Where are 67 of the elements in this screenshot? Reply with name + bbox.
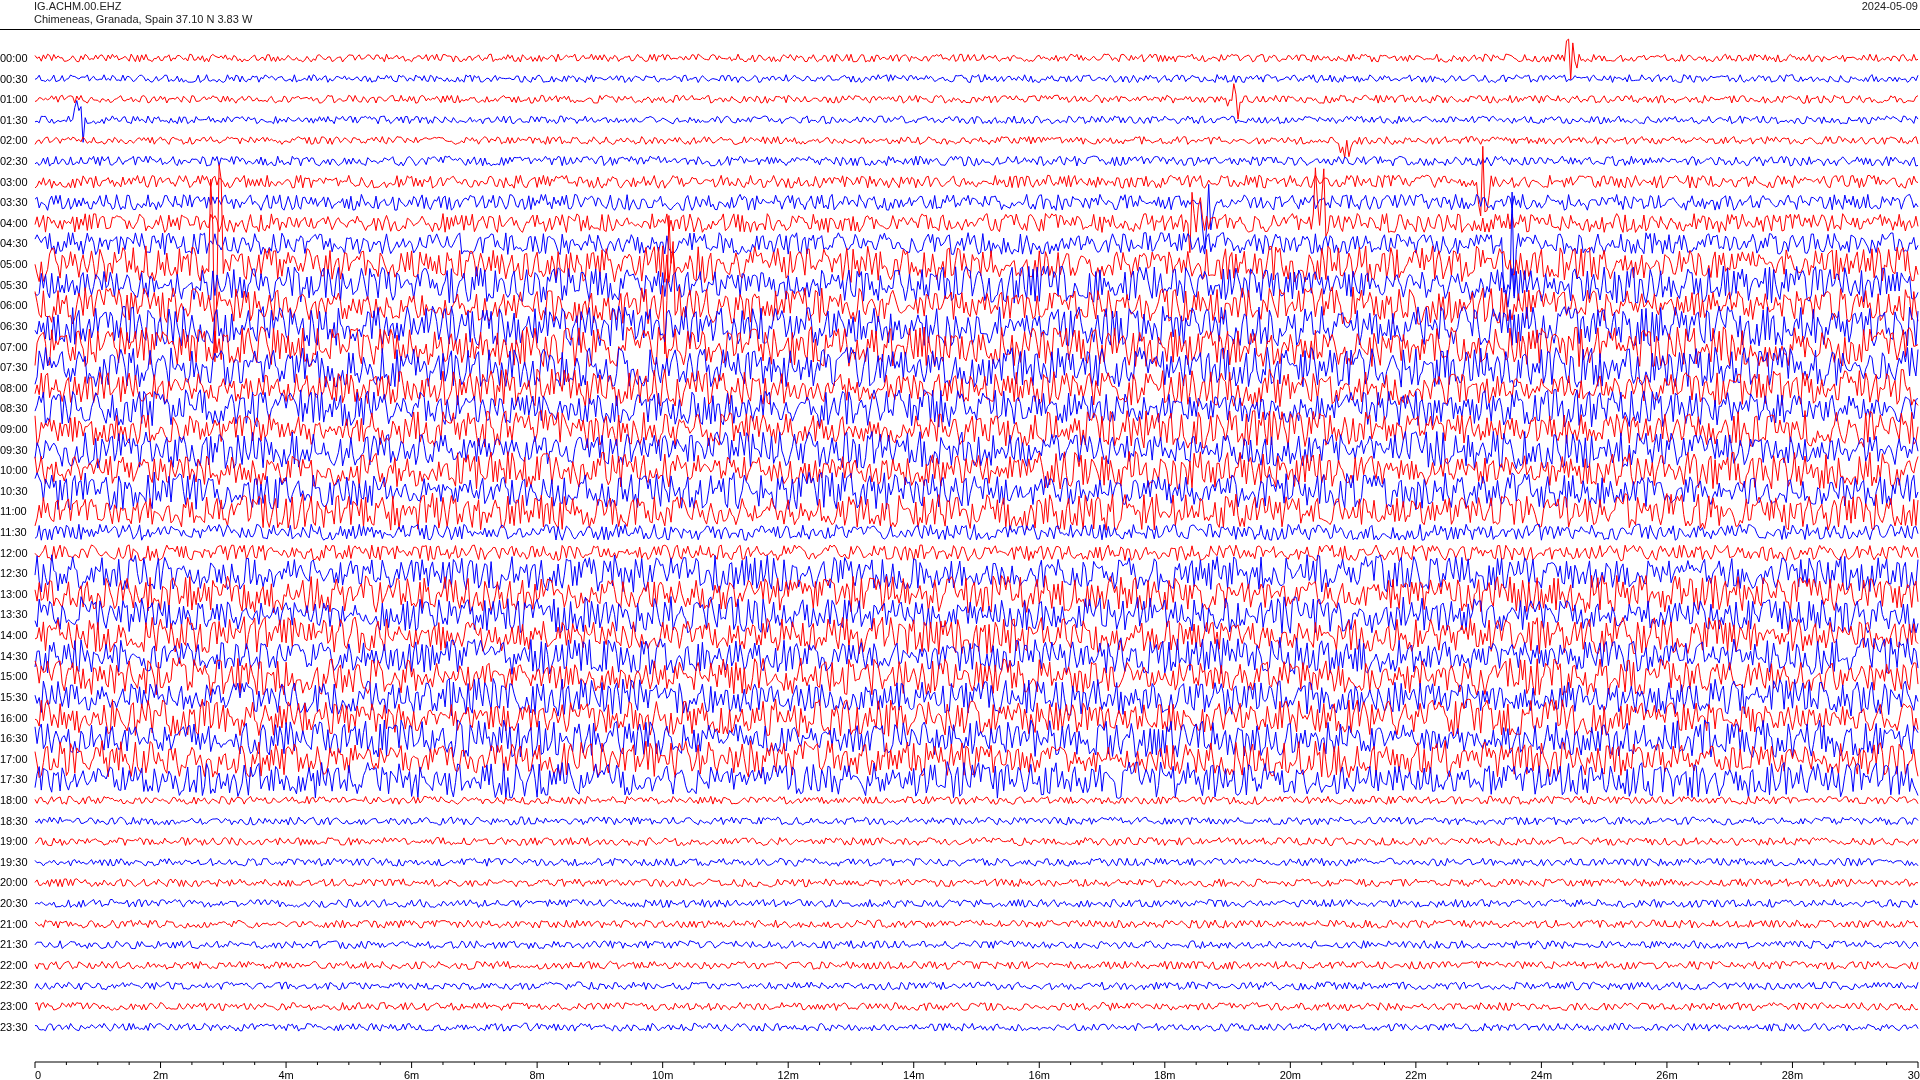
axis-label: 8m xyxy=(529,1069,545,1080)
time-label: 09:30 xyxy=(0,442,29,458)
time-label: 07:00 xyxy=(0,339,29,355)
time-label: 05:00 xyxy=(0,257,29,273)
time-label: 11:30 xyxy=(0,525,28,540)
plot-date: 2024-05-09 xyxy=(1861,0,1919,13)
time-label: 19:30 xyxy=(0,854,29,870)
axis-label: 26m xyxy=(1656,1069,1678,1080)
time-label: 02:30 xyxy=(0,154,29,170)
time-label: 14:30 xyxy=(0,648,29,664)
time-label: 18:30 xyxy=(0,813,29,829)
time-label: 00:00 xyxy=(0,51,29,66)
time-label: 16:30 xyxy=(0,731,29,747)
time-label: 14:00 xyxy=(0,628,29,644)
station-location: Chimeneas, Granada, Spain 37.10 N 3.83 W xyxy=(34,13,253,26)
axis-label: 24m xyxy=(1530,1069,1553,1080)
axis-label: 6m xyxy=(403,1069,420,1080)
time-label: 21:00 xyxy=(0,916,29,932)
station-code: IG.ACHM.00.EHZ xyxy=(34,0,123,13)
time-label: 13:30 xyxy=(0,607,29,623)
axis-label: 22m xyxy=(1405,1069,1427,1080)
time-label: 10:00 xyxy=(0,463,29,479)
time-label: 16:00 xyxy=(0,710,29,726)
time-label: 01:00 xyxy=(0,92,29,108)
time-label: 23:00 xyxy=(0,999,29,1015)
time-label: 15:30 xyxy=(0,689,29,705)
time-label: 15:00 xyxy=(0,669,29,685)
axis-label: 12m xyxy=(777,1069,799,1080)
time-label: 18:00 xyxy=(0,792,29,808)
axis-label: 28m xyxy=(1781,1069,1804,1080)
time-label: 06:00 xyxy=(0,298,29,314)
time-label: 20:00 xyxy=(0,875,29,891)
axis-label: 20m xyxy=(1279,1069,1302,1080)
time-label: 03:00 xyxy=(0,174,29,190)
time-label: 00:30 xyxy=(0,71,29,87)
time-label: 10:30 xyxy=(0,483,29,499)
axis-label: 10m xyxy=(651,1069,674,1080)
time-label: 22:00 xyxy=(0,957,29,973)
axis-label: 0 xyxy=(35,1069,42,1080)
time-label: 11:00 xyxy=(0,504,28,520)
time-label: 21:30 xyxy=(0,937,29,953)
time-label: 17:00 xyxy=(0,751,29,767)
axis-label: 16m xyxy=(1028,1069,1050,1080)
time-label: 02:00 xyxy=(0,133,29,149)
time-label: 08:30 xyxy=(0,401,29,417)
time-label: 23:30 xyxy=(0,1019,29,1035)
time-label: 20:30 xyxy=(0,896,29,911)
axis-label: 18m xyxy=(1154,1069,1176,1080)
time-label: 05:30 xyxy=(0,277,29,293)
time-label: 04:00 xyxy=(0,215,29,231)
time-label: 13:00 xyxy=(0,586,29,602)
axis-label: 30 xyxy=(1907,1069,1920,1080)
axis-label: 14m xyxy=(903,1069,925,1080)
time-label: 08:00 xyxy=(0,380,29,396)
time-label: 22:30 xyxy=(0,978,29,994)
time-label: 09:00 xyxy=(0,421,29,437)
time-label: 07:30 xyxy=(0,360,29,376)
time-label: 17:30 xyxy=(0,772,29,788)
time-label: 12:00 xyxy=(0,545,29,561)
axis-label: 4m xyxy=(278,1069,294,1080)
time-label: 03:30 xyxy=(0,195,29,211)
axis-label: 2m xyxy=(152,1069,169,1080)
time-label: 19:00 xyxy=(0,834,29,850)
time-label: 01:30 xyxy=(0,112,29,128)
time-label: 12:30 xyxy=(0,566,29,582)
time-label: 04:30 xyxy=(0,236,29,252)
time-label: 06:30 xyxy=(0,318,29,334)
